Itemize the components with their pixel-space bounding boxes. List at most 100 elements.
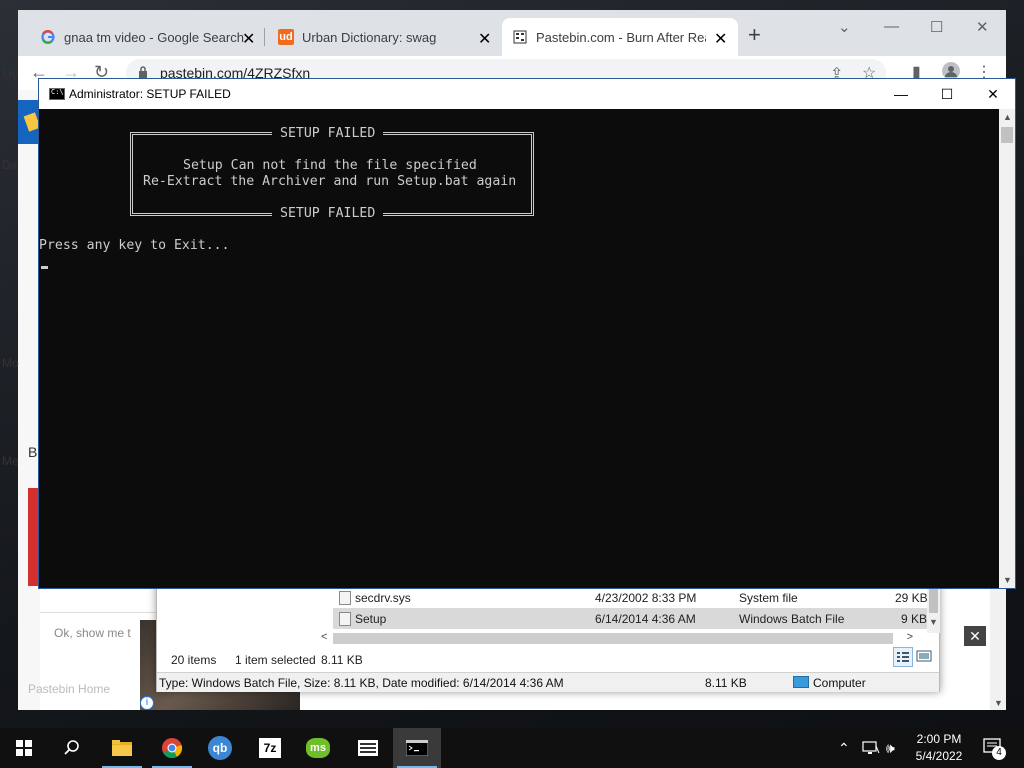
pastebin-icon — [512, 29, 528, 45]
file-date: 6/14/2014 4:36 AM — [595, 612, 696, 626]
page-text-fragment: Mo — [2, 356, 19, 370]
text-cursor — [41, 266, 48, 269]
page-text-fragment: Me — [2, 454, 19, 468]
list-icon — [358, 740, 378, 756]
7zip-icon: 7z — [259, 738, 281, 758]
lock-icon — [139, 66, 147, 78]
page-left-strip — [18, 90, 40, 710]
show-hidden-icons-chevron-icon[interactable]: ⌃ — [838, 728, 850, 768]
pastebin-home-link[interactable]: Pastebin Home — [28, 682, 110, 696]
tab-pastebin[interactable]: Pastebin.com - Burn After Read — [502, 18, 738, 56]
scroll-down-arrow-icon[interactable]: ▼ — [929, 617, 938, 627]
scroll-thumb[interactable] — [929, 587, 938, 613]
tab-strip: gnaa tm video - Google Search ✕ ud Urban… — [18, 10, 1006, 56]
close-ad-icon[interactable]: ✕ — [964, 626, 986, 646]
scroll-right-arrow-icon[interactable]: > — [907, 631, 913, 643]
file-details-text: Type: Windows Batch File, Size: 8.11 KB,… — [159, 676, 564, 690]
page-text-fragment: Da — [2, 158, 18, 172]
clock-time: 2:00 PM — [916, 732, 962, 746]
start-button[interactable] — [0, 728, 48, 768]
scroll-up-arrow-icon[interactable]: ▲ — [1003, 112, 1012, 122]
maximize-icon[interactable]: ☐ — [930, 18, 943, 36]
cmd-scrollbar[interactable]: ▲ ▼ — [999, 109, 1015, 588]
file-explorer-window: secdrv.sys 4/23/2002 8:33 PM System file… — [156, 582, 940, 692]
file-row[interactable]: secdrv.sys 4/23/2002 8:33 PM System file… — [333, 587, 928, 608]
item-count: 20 items — [171, 653, 217, 667]
file-size: 9 KB — [901, 612, 928, 626]
network-icon[interactable] — [862, 728, 880, 768]
console-output[interactable]: SETUP FAILED Setup Can not find the file… — [39, 109, 999, 588]
close-window-icon[interactable]: ✕ — [971, 82, 1015, 106]
details-view-button[interactable] — [893, 647, 913, 667]
file-type: System file — [739, 591, 798, 605]
close-window-icon[interactable]: ✕ — [976, 18, 989, 36]
new-tab-icon[interactable]: + — [748, 24, 761, 46]
explorer-status-bar: 20 items 1 item selected 8.11 KB — [157, 649, 939, 669]
file-list-horizontal-scrollbar[interactable]: < > — [319, 630, 927, 646]
selection-size: 8.11 KB — [321, 653, 363, 667]
chrome-icon — [162, 738, 183, 759]
volume-icon[interactable]: 🕪 — [886, 728, 895, 768]
scroll-thumb[interactable] — [333, 633, 893, 644]
location-label: Computer — [813, 676, 866, 690]
search-button[interactable] — [48, 728, 96, 768]
7zip-taskbar-button[interactable]: 7z — [246, 728, 294, 768]
close-tab-icon[interactable]: ✕ — [714, 29, 727, 49]
ms-app-taskbar-button[interactable]: ms — [294, 728, 342, 768]
tab-urban-dictionary[interactable]: ud Urban Dictionary: swag — [268, 18, 500, 56]
file-explorer-taskbar-button[interactable] — [98, 728, 146, 768]
error-message-line-2: Re-Extract the Archiver and run Setup.ba… — [143, 174, 517, 189]
file-list-vertical-scrollbar[interactable]: ▼ — [927, 583, 940, 633]
selection-count: 1 item selected — [235, 653, 316, 667]
system-clock[interactable]: 2:00 PM 5/4/2022 — [900, 731, 978, 765]
tab-separator — [264, 28, 265, 46]
close-tab-icon[interactable]: ✕ — [242, 29, 255, 49]
file-row-selected[interactable]: Setup 6/14/2014 4:36 AM Windows Batch Fi… — [333, 608, 927, 629]
file-date: 4/23/2002 8:33 PM — [595, 591, 697, 605]
scroll-down-arrow-icon[interactable]: ▼ — [1003, 575, 1012, 585]
close-tab-icon[interactable]: ✕ — [478, 29, 491, 49]
exit-prompt: Press any key to Exit... — [39, 238, 230, 253]
minimize-icon[interactable]: — — [879, 82, 923, 106]
command-prompt-taskbar-button[interactable] — [393, 728, 441, 768]
tab-google-search[interactable]: gnaa tm video - Google Search — [30, 18, 262, 56]
qbittorrent-icon: qb — [208, 736, 232, 760]
file-size: 29 KB — [895, 591, 928, 605]
scroll-down-arrow-icon[interactable]: ▼ — [994, 698, 1003, 708]
search-icon — [64, 740, 79, 755]
scroll-left-arrow-icon[interactable]: < — [321, 631, 327, 643]
red-banner-fragment — [28, 488, 38, 586]
file-name: secdrv.sys — [355, 591, 411, 605]
large-icons-view-button[interactable] — [915, 647, 935, 667]
task-list-taskbar-button[interactable] — [344, 728, 392, 768]
command-prompt-icon — [406, 740, 428, 756]
clock-date: 5/4/2022 — [915, 749, 963, 763]
window-title: Administrator: SETUP FAILED — [69, 87, 231, 101]
chrome-taskbar-button[interactable] — [148, 728, 196, 768]
ad-info-icon[interactable]: i — [140, 696, 154, 710]
file-details-size: 8.11 KB — [705, 676, 747, 690]
error-box-top-caption: SETUP FAILED — [272, 126, 384, 141]
command-prompt-window: Administrator: SETUP FAILED — ☐ ✕ SETUP … — [38, 78, 1016, 589]
command-prompt-icon — [49, 88, 65, 100]
page-text-fragment: My — [2, 68, 18, 82]
computer-icon — [793, 676, 809, 688]
file-type: Windows Batch File — [739, 612, 845, 626]
file-name: Setup — [355, 612, 387, 626]
batch-file-icon — [339, 612, 351, 626]
notification-count-badge: 4 — [992, 746, 1006, 760]
scroll-thumb[interactable] — [1001, 127, 1013, 143]
qbittorrent-taskbar-button[interactable]: qb — [196, 728, 244, 768]
chevron-down-icon[interactable]: ⌄ — [838, 18, 851, 36]
urban-dictionary-icon: ud — [278, 29, 294, 45]
ms-app-icon: ms — [306, 738, 330, 758]
page-logo-fragment — [18, 100, 41, 144]
cmd-title-bar[interactable]: Administrator: SETUP FAILED — ☐ ✕ — [39, 79, 1015, 109]
windows-logo-icon — [16, 740, 32, 756]
maximize-icon[interactable]: ☐ — [925, 82, 969, 106]
error-message-line-1: Setup Can not find the file specified — [183, 158, 477, 173]
minimize-icon[interactable]: — — [884, 18, 899, 35]
folder-icon — [112, 740, 132, 756]
page-text-fragment: B — [28, 444, 38, 460]
taskbar: qb 7z ms ⌃ 🕪 2:00 PM 5/4/2022 4 — [0, 728, 1024, 768]
